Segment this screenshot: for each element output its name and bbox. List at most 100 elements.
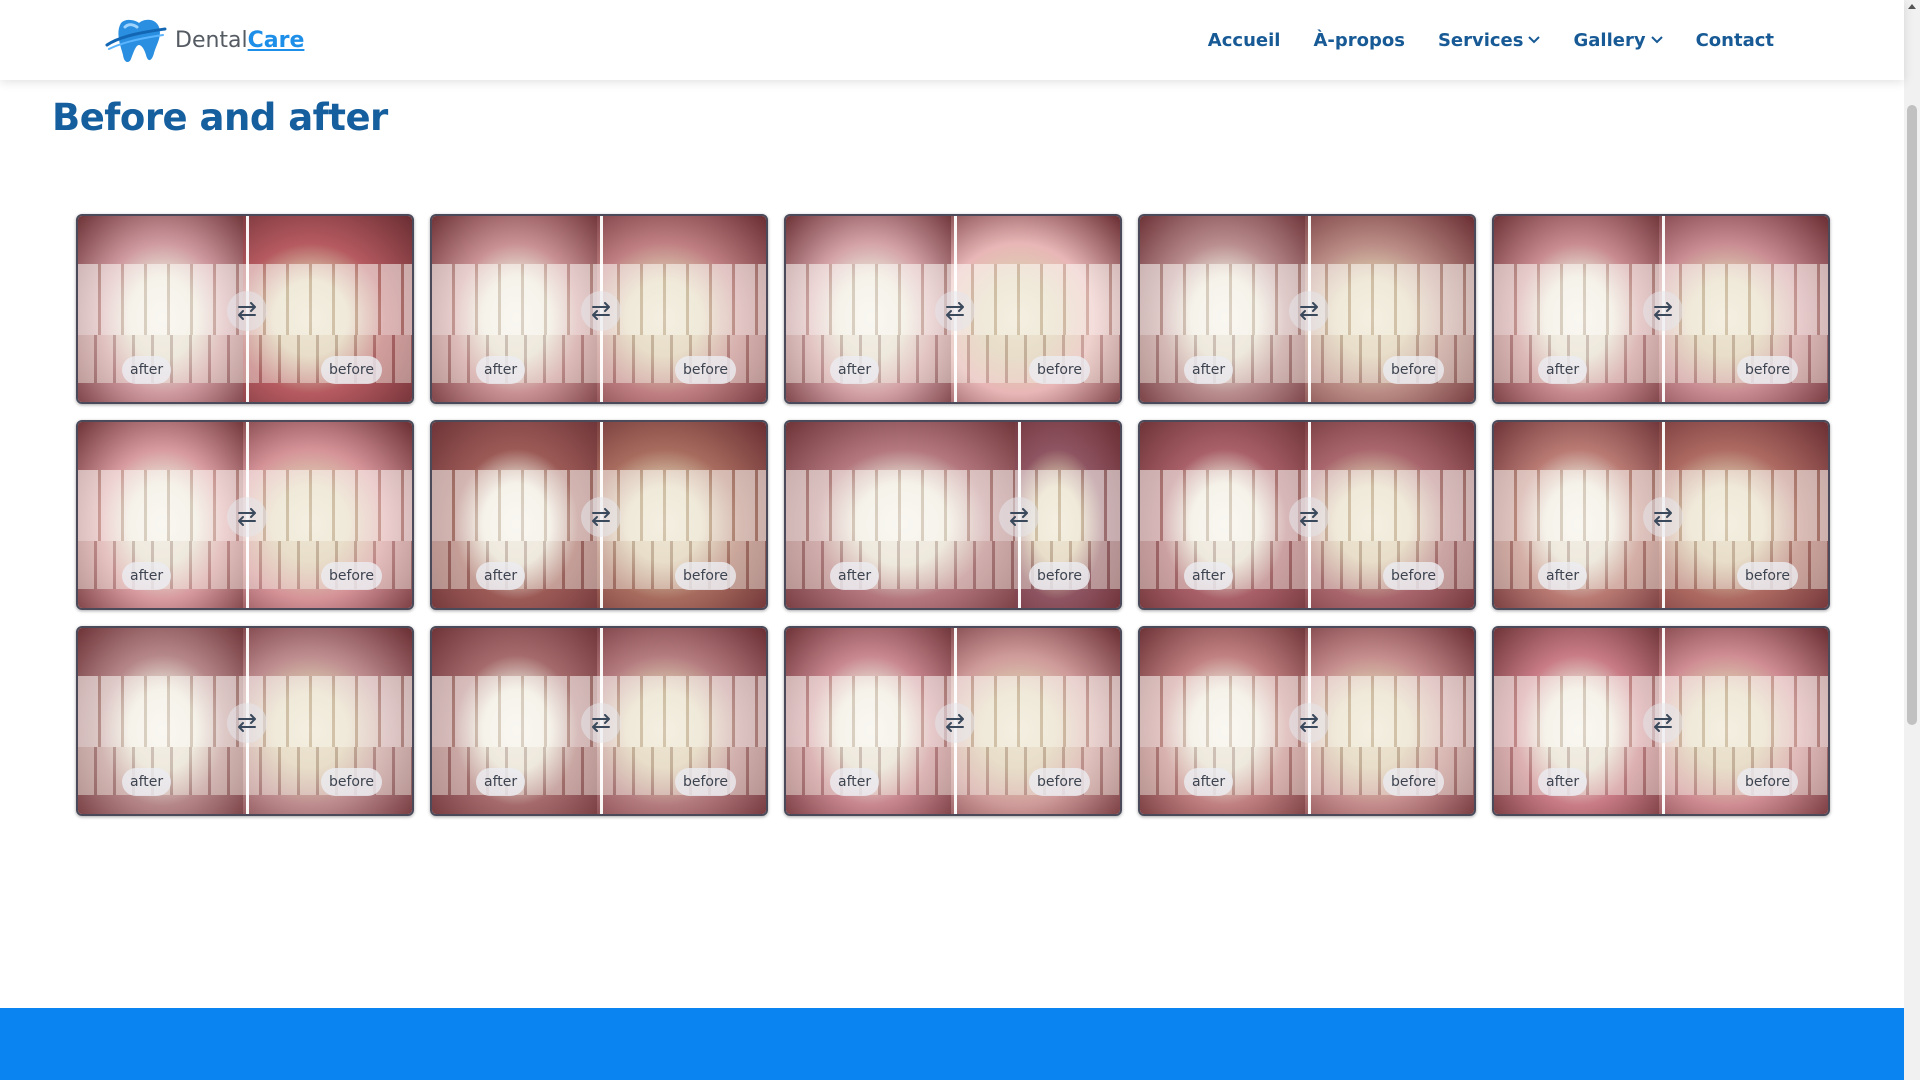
- comparison-handle[interactable]: [935, 703, 975, 743]
- before-after-card[interactable]: after before: [430, 626, 768, 816]
- scroll-up-arrow-icon[interactable]: [1908, 4, 1916, 9]
- swap-arrows-icon: [946, 302, 964, 320]
- upper-teeth: [1494, 676, 1663, 748]
- nav-label: Services: [1437, 29, 1524, 51]
- upper-teeth: [1659, 470, 1828, 542]
- before-after-card[interactable]: after before: [784, 420, 1122, 610]
- nav-item-accueil[interactable]: Accueil: [1208, 30, 1281, 51]
- before-label: before: [674, 562, 736, 590]
- upper-teeth: [432, 470, 601, 542]
- after-label: after: [1184, 562, 1234, 590]
- upper-teeth: [78, 470, 247, 542]
- upper-teeth: [597, 470, 766, 542]
- comparison-handle[interactable]: [1289, 703, 1329, 743]
- before-after-card[interactable]: after before: [784, 626, 1122, 816]
- after-label: after: [476, 562, 526, 590]
- comparison-handle[interactable]: [1289, 291, 1329, 331]
- swap-arrows-icon: [238, 302, 256, 320]
- swap-arrows-icon: [592, 302, 610, 320]
- comparison-handle[interactable]: [999, 497, 1039, 537]
- before-after-card[interactable]: after before: [784, 214, 1122, 404]
- before-after-card[interactable]: after before: [430, 420, 768, 610]
- upper-teeth: [1140, 676, 1309, 748]
- swap-arrows-icon: [1654, 302, 1672, 320]
- upper-teeth: [1305, 470, 1474, 542]
- after-label: after: [122, 768, 172, 796]
- comparison-handle[interactable]: [1643, 497, 1683, 537]
- nav-item-a-propos[interactable]: À-propos: [1313, 30, 1405, 51]
- before-label: before: [1382, 768, 1444, 796]
- after-label: after: [122, 562, 172, 590]
- page-scrollbar[interactable]: [1904, 0, 1920, 1080]
- before-after-card[interactable]: after before: [1138, 626, 1476, 816]
- before-after-card[interactable]: after before: [1138, 214, 1476, 404]
- upper-teeth: [786, 470, 1019, 542]
- before-label: before: [674, 356, 736, 384]
- swap-arrows-icon: [1654, 714, 1672, 732]
- comparison-handle[interactable]: [581, 497, 621, 537]
- before-after-card[interactable]: after before: [76, 420, 414, 610]
- comparison-handle[interactable]: [1289, 497, 1329, 537]
- comparison-handle[interactable]: [581, 291, 621, 331]
- before-after-gallery: after before after before after before after be…: [76, 214, 1830, 816]
- upper-teeth: [432, 264, 601, 336]
- scrollbar-thumb[interactable]: [1907, 105, 1917, 725]
- site-footer: [0, 1008, 1904, 1080]
- after-label: after: [1538, 768, 1588, 796]
- upper-teeth: [1494, 470, 1663, 542]
- after-photo: [786, 422, 1019, 608]
- before-after-card[interactable]: after before: [76, 214, 414, 404]
- upper-teeth: [597, 676, 766, 748]
- nav-item-gallery[interactable]: Gallery: [1573, 29, 1663, 51]
- after-label: after: [476, 768, 526, 796]
- swap-arrows-icon: [238, 714, 256, 732]
- before-label: before: [1028, 356, 1090, 384]
- before-after-card[interactable]: after before: [430, 214, 768, 404]
- chevron-down-icon: [1528, 36, 1541, 44]
- upper-teeth: [1494, 264, 1663, 336]
- swap-arrows-icon: [1010, 508, 1028, 526]
- before-after-card[interactable]: after before: [1138, 420, 1476, 610]
- upper-teeth: [951, 264, 1120, 336]
- tooth-logo-icon: [105, 19, 167, 63]
- brand-logo[interactable]: DentalCare: [103, 14, 304, 66]
- swap-arrows-icon: [592, 508, 610, 526]
- before-after-card[interactable]: after before: [1492, 214, 1830, 404]
- before-label: before: [1736, 768, 1798, 796]
- comparison-handle[interactable]: [227, 497, 267, 537]
- upper-teeth: [786, 264, 955, 336]
- before-label: before: [1736, 562, 1798, 590]
- upper-teeth: [243, 470, 412, 542]
- site-header: DentalCare Accueil À-propos Services Gal…: [0, 0, 1904, 80]
- nav-label: Gallery: [1573, 29, 1646, 51]
- after-label: after: [476, 356, 526, 384]
- upper-teeth: [1305, 676, 1474, 748]
- swap-arrows-icon: [1300, 508, 1318, 526]
- before-after-card[interactable]: after before: [1492, 420, 1830, 610]
- before-after-card[interactable]: after before: [1492, 626, 1830, 816]
- before-label: before: [1736, 356, 1798, 384]
- before-after-card[interactable]: after before: [76, 626, 414, 816]
- upper-teeth: [1659, 676, 1828, 748]
- before-label: before: [1028, 768, 1090, 796]
- comparison-handle[interactable]: [1643, 703, 1683, 743]
- nav-item-contact[interactable]: Contact: [1696, 30, 1774, 51]
- after-label: after: [830, 356, 880, 384]
- upper-teeth: [597, 264, 766, 336]
- upper-teeth: [951, 676, 1120, 748]
- after-label: after: [1538, 356, 1588, 384]
- upper-teeth: [1140, 264, 1309, 336]
- brand-name: DentalCare: [175, 27, 305, 53]
- comparison-handle[interactable]: [227, 291, 267, 331]
- comparison-handle[interactable]: [581, 703, 621, 743]
- nav-item-services[interactable]: Services: [1438, 30, 1541, 51]
- after-label: after: [830, 768, 880, 796]
- main-nav: Accueil À-propos Services Gallery Contac…: [1208, 0, 1774, 80]
- comparison-handle[interactable]: [227, 703, 267, 743]
- swap-arrows-icon: [1300, 714, 1318, 732]
- comparison-handle[interactable]: [935, 291, 975, 331]
- upper-teeth: [78, 264, 247, 336]
- comparison-handle[interactable]: [1643, 291, 1683, 331]
- before-label: before: [320, 562, 382, 590]
- after-label: after: [1184, 356, 1234, 384]
